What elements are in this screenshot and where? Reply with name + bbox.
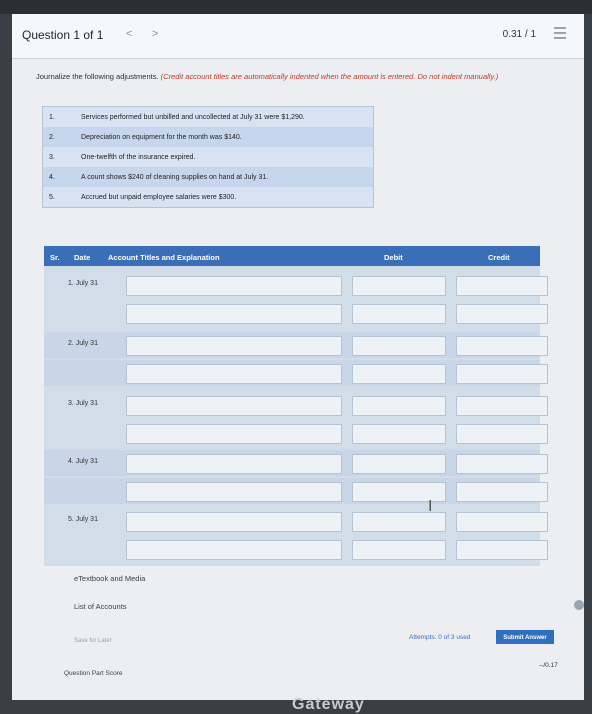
- debit-input[interactable]: [352, 304, 446, 324]
- list-item-text: A count shows $240 of cleaning supplies …: [81, 173, 269, 181]
- table-row: 5. July 31: [44, 508, 548, 534]
- account-title-input[interactable]: [126, 336, 342, 356]
- credit-input[interactable]: [456, 512, 548, 532]
- debit-input[interactable]: [352, 276, 446, 296]
- list-item: 1. Services performed but unbilled and u…: [43, 107, 373, 127]
- debit-input[interactable]: [352, 364, 446, 384]
- account-title-input[interactable]: [126, 512, 342, 532]
- scrollbar-handle[interactable]: [574, 600, 584, 610]
- header-date: Date: [74, 253, 91, 262]
- question-title: Question 1 of 1: [22, 28, 104, 42]
- debit-input[interactable]: [352, 336, 446, 356]
- instructions: Journalize the following adjustments. (C…: [36, 72, 536, 82]
- list-item: 4. A count shows $240 of cleaning suppli…: [43, 167, 373, 187]
- header-sr: Sr.: [50, 253, 60, 262]
- credit-input[interactable]: [456, 276, 548, 296]
- list-item: 3. One-twelfth of the insurance expired.: [43, 147, 373, 167]
- table-row: 4. July 31: [44, 450, 548, 476]
- list-item-text: Services performed but unbilled and unco…: [81, 113, 305, 121]
- window-top-bar: [0, 0, 592, 14]
- credit-input[interactable]: [456, 396, 548, 416]
- credit-input[interactable]: [456, 424, 548, 444]
- account-title-input[interactable]: [126, 304, 342, 324]
- previous-question-button[interactable]: <: [126, 28, 132, 40]
- list-item-number: 3.: [49, 153, 55, 161]
- list-item-number: 5.: [49, 193, 55, 201]
- question-header: Question 1 of 1 < > 0.31 / 1: [12, 14, 584, 59]
- entry-date: 5. July 31: [68, 516, 98, 523]
- header-account: Account Titles and Explanation: [108, 253, 220, 262]
- debit-input[interactable]: [352, 454, 446, 474]
- entry-date: 1. July 31: [68, 280, 98, 287]
- part-score-value: --/0.17: [539, 662, 558, 669]
- gateway-watermark: Gateway: [292, 696, 365, 713]
- account-title-input[interactable]: [126, 396, 342, 416]
- instructions-note: (Credit account titles are automatically…: [160, 72, 499, 81]
- journal-table: Sr. Date Account Titles and Explanation …: [44, 246, 548, 566]
- question-score: 0.31 / 1: [502, 29, 536, 40]
- credit-input[interactable]: [456, 454, 548, 474]
- table-row: 2. July 31: [44, 332, 548, 358]
- debit-input[interactable]: [352, 424, 446, 444]
- credit-input[interactable]: [456, 336, 548, 356]
- question-page: Question 1 of 1 < > 0.31 / 1 Journalize …: [12, 14, 584, 713]
- list-of-accounts-link[interactable]: List of Accounts: [74, 602, 127, 611]
- entry-date: 4. July 31: [68, 458, 98, 465]
- adjustments-list: 1. Services performed but unbilled and u…: [42, 106, 374, 208]
- menu-icon[interactable]: [554, 27, 566, 39]
- account-title-input[interactable]: [126, 424, 342, 444]
- debit-input[interactable]: [352, 396, 446, 416]
- table-row: [44, 300, 548, 326]
- credit-input[interactable]: [456, 482, 548, 502]
- list-item-text: Depreciation on equipment for the month …: [81, 133, 242, 141]
- account-title-input[interactable]: [126, 276, 342, 296]
- credit-input[interactable]: [456, 364, 548, 384]
- header-debit: Debit: [384, 253, 403, 262]
- credit-input[interactable]: [456, 304, 548, 324]
- submit-answer-button[interactable]: Submit Answer: [496, 630, 554, 644]
- table-row: [44, 536, 548, 562]
- table-row: 3. July 31: [44, 392, 548, 418]
- list-item: 5. Accrued but unpaid employee salaries …: [43, 187, 373, 207]
- account-title-input[interactable]: [126, 540, 342, 560]
- list-item-text: One-twelfth of the insurance expired.: [81, 153, 196, 161]
- account-title-input[interactable]: [126, 364, 342, 384]
- etextbook-link[interactable]: eTextbook and Media: [74, 574, 145, 583]
- debit-input[interactable]: [352, 540, 446, 560]
- table-row: [44, 420, 548, 446]
- text-cursor-icon: I: [428, 498, 433, 515]
- list-item-number: 2.: [49, 133, 55, 141]
- header-credit: Credit: [488, 253, 510, 262]
- list-item: 2. Depreciation on equipment for the mon…: [43, 127, 373, 147]
- attempts-counter: Attempts: 0 of 3 used: [409, 634, 471, 641]
- part-score-label: Question Part Score: [64, 670, 123, 677]
- table-row: [44, 360, 548, 386]
- list-item-text: Accrued but unpaid employee salaries wer…: [81, 193, 237, 201]
- entry-date: 3. July 31: [68, 400, 98, 407]
- list-item-number: 1.: [49, 113, 55, 121]
- account-title-input[interactable]: [126, 482, 342, 502]
- credit-input[interactable]: [456, 540, 548, 560]
- next-question-button[interactable]: >: [152, 28, 158, 40]
- table-row: 1. July 31: [44, 272, 548, 298]
- list-item-number: 4.: [49, 173, 55, 181]
- table-row: [44, 478, 548, 504]
- save-for-later-button[interactable]: Save for Later: [74, 638, 112, 644]
- journal-table-header: Sr. Date Account Titles and Explanation …: [44, 246, 540, 266]
- entry-date: 2. July 31: [68, 340, 98, 347]
- account-title-input[interactable]: [126, 454, 342, 474]
- instructions-text: Journalize the following adjustments.: [36, 72, 159, 81]
